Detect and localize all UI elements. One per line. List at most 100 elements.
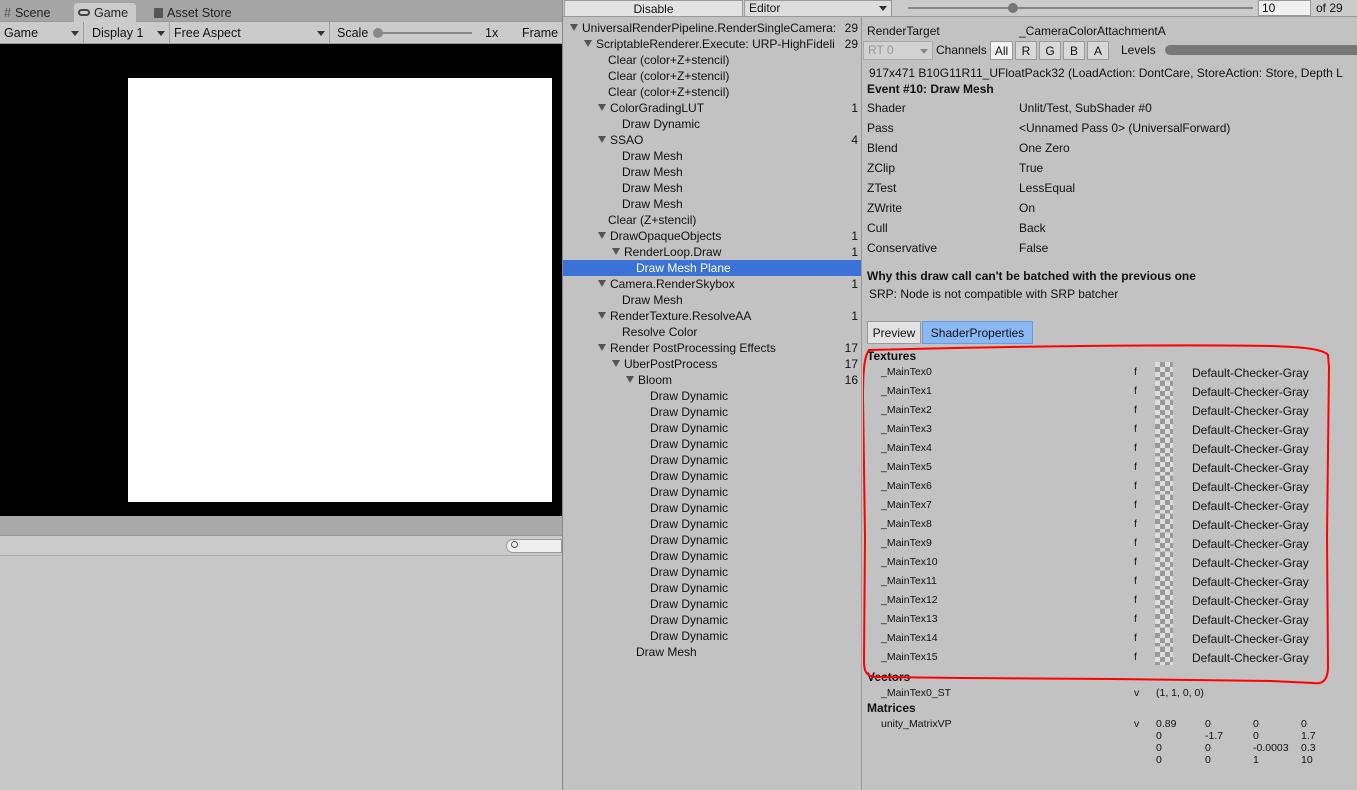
tree-event-row[interactable]: Draw Dynamic — [563, 484, 861, 500]
tree-event-row[interactable]: Draw Dynamic — [563, 388, 861, 404]
tree-group-row[interactable]: SSAO 4 — [563, 132, 861, 148]
game-tab-bar: # Scene Game Asset Store — [0, 0, 562, 22]
tree-event-row[interactable]: Draw Dynamic — [563, 580, 861, 596]
tree-group-row[interactable]: Render PostProcessing Effects 17 — [563, 340, 861, 356]
tree-row-label: RenderTexture.ResolveAA — [610, 309, 752, 323]
tab-game[interactable]: Game — [74, 3, 137, 22]
tree-group-row[interactable]: Camera.RenderSkybox 1 — [563, 276, 861, 292]
event-index-value: 10 — [1262, 1, 1276, 15]
frame-label: Frame — [522, 25, 559, 40]
expand-triangle-icon[interactable] — [626, 376, 634, 383]
chevron-down-icon — [157, 30, 165, 36]
frame-stats[interactable]: Frame — [522, 22, 562, 44]
disable-button[interactable]: Disable — [564, 0, 743, 17]
expand-triangle-icon[interactable] — [612, 248, 620, 255]
event-slider-handle[interactable] — [1008, 3, 1018, 13]
view-dropdown[interactable]: Game — [0, 21, 84, 44]
target-dropdown[interactable]: Editor — [744, 0, 892, 17]
tree-row-label: ScriptableRenderer.Execute: URP-HighFide… — [596, 37, 835, 51]
scale-slider-handle[interactable] — [373, 27, 383, 38]
event-details: RenderTarget _CameraColorAttachmentA RT … — [863, 17, 1357, 790]
scale-control: Scale 1x — [330, 22, 522, 44]
tree-event-row[interactable]: Draw Dynamic — [563, 500, 861, 516]
expand-triangle-icon[interactable] — [612, 360, 620, 367]
tree-event-row[interactable]: Draw Mesh — [563, 164, 861, 180]
hash-icon: # — [4, 5, 11, 20]
tree-event-row[interactable]: Draw Dynamic — [563, 436, 861, 452]
tree-event-row[interactable]: Draw Dynamic — [563, 596, 861, 612]
tree-row-label: Draw Dynamic — [622, 117, 701, 131]
tree-row-label: Bloom — [638, 373, 673, 387]
game-render-plane — [128, 78, 552, 502]
aspect-dropdown[interactable]: Free Aspect — [170, 21, 330, 44]
tree-group-row[interactable]: RenderLoop.Draw 1 — [563, 244, 861, 260]
tree-row-label: DrawOpaqueObjects — [610, 229, 722, 243]
tree-row-label: Draw Dynamic — [650, 629, 729, 643]
tree-event-row[interactable]: Clear (color+Z+stencil) — [563, 52, 861, 68]
tree-row-label: Draw Dynamic — [650, 501, 729, 515]
tree-event-row[interactable]: Draw Dynamic — [563, 612, 861, 628]
tab-asset-store[interactable]: Asset Store — [150, 3, 240, 22]
tree-row-label: Clear (color+Z+stencil) — [608, 53, 730, 67]
tree-row-count: 29 — [844, 21, 858, 35]
tree-row-label: RenderLoop.Draw — [624, 245, 722, 259]
tree-group-row[interactable]: ColorGradingLUT 1 — [563, 100, 861, 116]
tree-event-row[interactable]: Draw Dynamic — [563, 404, 861, 420]
tree-group-row[interactable]: ScriptableRenderer.Execute: URP-HighFide… — [563, 36, 861, 52]
tree-row-label: Draw Mesh — [622, 165, 683, 179]
tree-row-label: UniversalRenderPipeline.RenderSingleCame… — [582, 21, 837, 35]
event-slider[interactable] — [908, 3, 1253, 13]
chevron-down-icon — [317, 30, 325, 36]
event-total: of 29 — [1316, 1, 1343, 15]
expand-triangle-icon[interactable] — [584, 40, 592, 47]
display-dropdown[interactable]: Display 1 — [84, 21, 170, 44]
tree-event-row[interactable]: Clear (color+Z+stencil) — [563, 68, 861, 84]
tree-event-row[interactable]: Draw Dynamic — [563, 564, 861, 580]
tree-event-row[interactable]: Draw Mesh — [563, 180, 861, 196]
scale-label: Scale — [337, 25, 369, 40]
tree-group-row[interactable]: RenderTexture.ResolveAA 1 — [563, 308, 861, 324]
tree-group-row[interactable]: UniversalRenderPipeline.RenderSingleCame… — [563, 20, 861, 36]
tree-event-row[interactable]: Draw Mesh — [563, 292, 861, 308]
tree-event-row[interactable]: Draw Dynamic — [563, 532, 861, 548]
tree-group-row[interactable]: UberPostProcess 17 — [563, 356, 861, 372]
expand-triangle-icon[interactable] — [598, 280, 606, 287]
tree-event-row[interactable]: Draw Dynamic — [563, 116, 861, 132]
tree-event-row[interactable]: Resolve Color — [563, 324, 861, 340]
disable-button-label: Disable — [633, 1, 674, 16]
lower-panel-toolbar — [0, 536, 562, 556]
tree-event-row[interactable]: Draw Dynamic — [563, 420, 861, 436]
tree-event-row[interactable]: Draw Dynamic — [563, 628, 861, 644]
tree-row-label: ColorGradingLUT — [610, 101, 705, 115]
tree-event-row[interactable]: Clear (color+Z+stencil) — [563, 84, 861, 100]
tree-group-row[interactable]: DrawOpaqueObjects 1 — [563, 228, 861, 244]
chevron-down-icon — [71, 30, 79, 36]
tree-event-row[interactable]: Draw Mesh — [563, 196, 861, 212]
tree-row-label: Draw Dynamic — [650, 549, 729, 563]
expand-triangle-icon[interactable] — [598, 312, 606, 319]
tree-event-row[interactable]: Draw Mesh — [563, 644, 861, 660]
tree-row-label: Draw Mesh — [622, 181, 683, 195]
tab-asset-store-label: Asset Store — [167, 5, 232, 20]
scale-slider[interactable] — [373, 27, 472, 38]
expand-triangle-icon[interactable] — [598, 344, 606, 351]
expand-triangle-icon[interactable] — [598, 232, 606, 239]
tree-row-label: Draw Dynamic — [650, 565, 729, 579]
tree-row-label: Draw Dynamic — [650, 389, 729, 403]
tree-event-row[interactable]: Draw Dynamic — [563, 516, 861, 532]
tab-game-label: Game — [94, 5, 129, 20]
tree-event-row[interactable]: Clear (Z+stencil) — [563, 212, 861, 228]
tree-group-row[interactable]: Bloom 16 — [563, 372, 861, 388]
aspect-dropdown-label: Free Aspect — [174, 25, 241, 40]
tab-scene[interactable]: # Scene — [0, 3, 58, 22]
tree-event-row[interactable]: Draw Mesh — [563, 148, 861, 164]
tree-event-row[interactable]: Draw Dynamic — [563, 548, 861, 564]
tree-event-row[interactable]: Draw Dynamic — [563, 452, 861, 468]
search-input[interactable] — [506, 539, 562, 553]
event-index-field[interactable]: 10 — [1258, 0, 1311, 16]
expand-triangle-icon[interactable] — [570, 24, 578, 31]
tree-event-row[interactable]: Draw Mesh Plane — [563, 260, 861, 276]
expand-triangle-icon[interactable] — [598, 104, 606, 111]
tree-event-row[interactable]: Draw Dynamic — [563, 468, 861, 484]
expand-triangle-icon[interactable] — [598, 136, 606, 143]
